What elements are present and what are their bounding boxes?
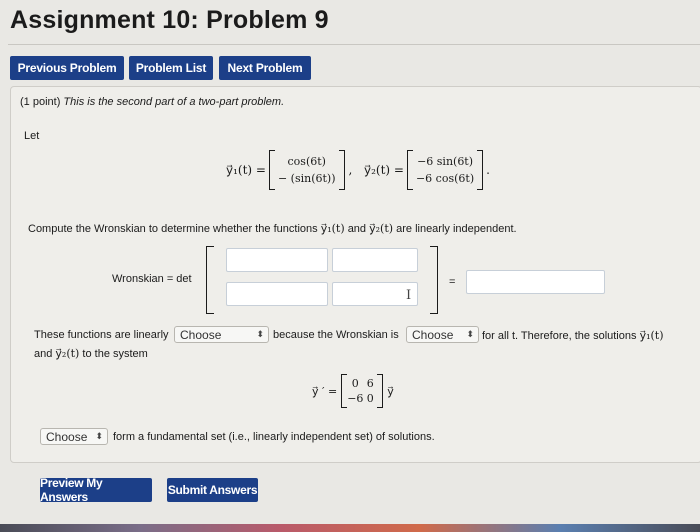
matrix-entry-11: 0: [351, 377, 359, 390]
y2-bracket-right: [477, 150, 484, 190]
sentence-y2: y⃗₂(t): [55, 347, 80, 360]
select-updown-icon: ⬍: [256, 329, 264, 339]
compute-y1: y⃗₁(t): [320, 222, 345, 235]
y2-definition: y⃗₂(t) = −6 sin(6t) −6 cos(6t) .: [364, 150, 490, 190]
wronskian-zero-select-value: Choose: [412, 327, 454, 342]
y2-bottom: −6 cos(6t): [415, 172, 475, 185]
wronskian-equals: =: [449, 276, 456, 288]
submit-answers-button[interactable]: Submit Answers: [167, 478, 258, 502]
sentence-and: and: [34, 348, 53, 360]
sentence-end-text: for all t. Therefore, the solutions: [482, 330, 637, 342]
matrix-entry-22: 0: [366, 392, 374, 405]
sentence-start: These functions are linearly: [34, 329, 169, 341]
y1-bracket-right: [338, 150, 345, 190]
dock-strip: [0, 524, 700, 532]
sentence-system: to the system: [82, 348, 148, 360]
wronskian-zero-select[interactable]: Choose ⬍: [406, 326, 479, 343]
wronskian-bracket-left: [206, 246, 214, 314]
next-problem-button[interactable]: Next Problem: [219, 56, 311, 80]
system-equation: y⃗ ′ = 0 6 −6 0 y⃗: [312, 374, 394, 408]
independence-select[interactable]: Choose ⬍: [174, 326, 269, 343]
compute-and: and: [347, 223, 367, 235]
fundamental-select[interactable]: Choose ⬍: [40, 428, 108, 445]
select-updown-icon: ⬍: [95, 431, 103, 441]
sentence-end: for all t. Therefore, the solutions y⃗₁(…: [482, 329, 664, 342]
problem-list-button[interactable]: Problem List: [129, 56, 213, 80]
y1-definition: y⃗₁(t) = cos(6t) − (sin(6t)) ,: [226, 150, 356, 190]
wronskian-cell-11[interactable]: [226, 248, 328, 272]
page-title: Assignment 10: Problem 9: [10, 6, 329, 34]
previous-problem-button[interactable]: Previous Problem: [10, 56, 124, 80]
let-label: Let: [24, 130, 40, 142]
problem-intro: (1 point) This is the second part of a t…: [20, 96, 284, 108]
matrix-entry-12: 6: [366, 377, 374, 390]
select-updown-icon: ⬍: [466, 329, 474, 339]
wronskian-label: Wronskian = det: [112, 273, 192, 285]
matrix-bracket-right: [377, 374, 384, 408]
y2-label: y⃗₂(t) =: [364, 163, 404, 177]
y2-top: −6 sin(6t): [417, 155, 474, 168]
title-divider: [8, 44, 700, 45]
compute-y2: y⃗₂(t): [369, 222, 394, 235]
system-rhs: y⃗: [387, 384, 394, 398]
compute-text-start: Compute the Wronskian to determine wheth…: [28, 223, 318, 235]
matrix-entry-21: −6: [347, 392, 364, 405]
fundamental-select-value: Choose: [46, 429, 88, 444]
wronskian-cell-21[interactable]: [226, 282, 328, 306]
period: .: [486, 163, 490, 177]
y1-top: cos(6t): [287, 155, 326, 168]
preview-answers-button[interactable]: Preview My Answers: [40, 476, 152, 504]
intro-text: This is the second part of a two-part pr…: [63, 96, 285, 108]
sentence-second-line: and y⃗₂(t) to the system: [34, 347, 148, 360]
sentence-middle: because the Wronskian is: [273, 329, 399, 341]
wronskian-bracket-right: [430, 246, 438, 314]
comma: ,: [348, 163, 353, 177]
wronskian-result-input[interactable]: [466, 270, 605, 294]
text-cursor-icon: I: [406, 288, 412, 303]
independence-select-value: Choose: [180, 327, 222, 342]
sentence-y1: y⃗₁(t): [639, 329, 664, 342]
wronskian-cell-12[interactable]: [332, 248, 418, 272]
compute-instruction: Compute the Wronskian to determine wheth…: [28, 222, 517, 235]
y1-bottom: − (sin(6t)): [277, 172, 336, 185]
compute-text-end: are linearly independent.: [396, 223, 517, 235]
y1-label: y⃗₁(t) =: [226, 163, 266, 177]
system-lhs: y⃗ ′ =: [312, 384, 338, 398]
fundamental-text: form a fundamental set (i.e., linearly i…: [113, 431, 435, 443]
points-label: (1 point): [20, 96, 61, 108]
